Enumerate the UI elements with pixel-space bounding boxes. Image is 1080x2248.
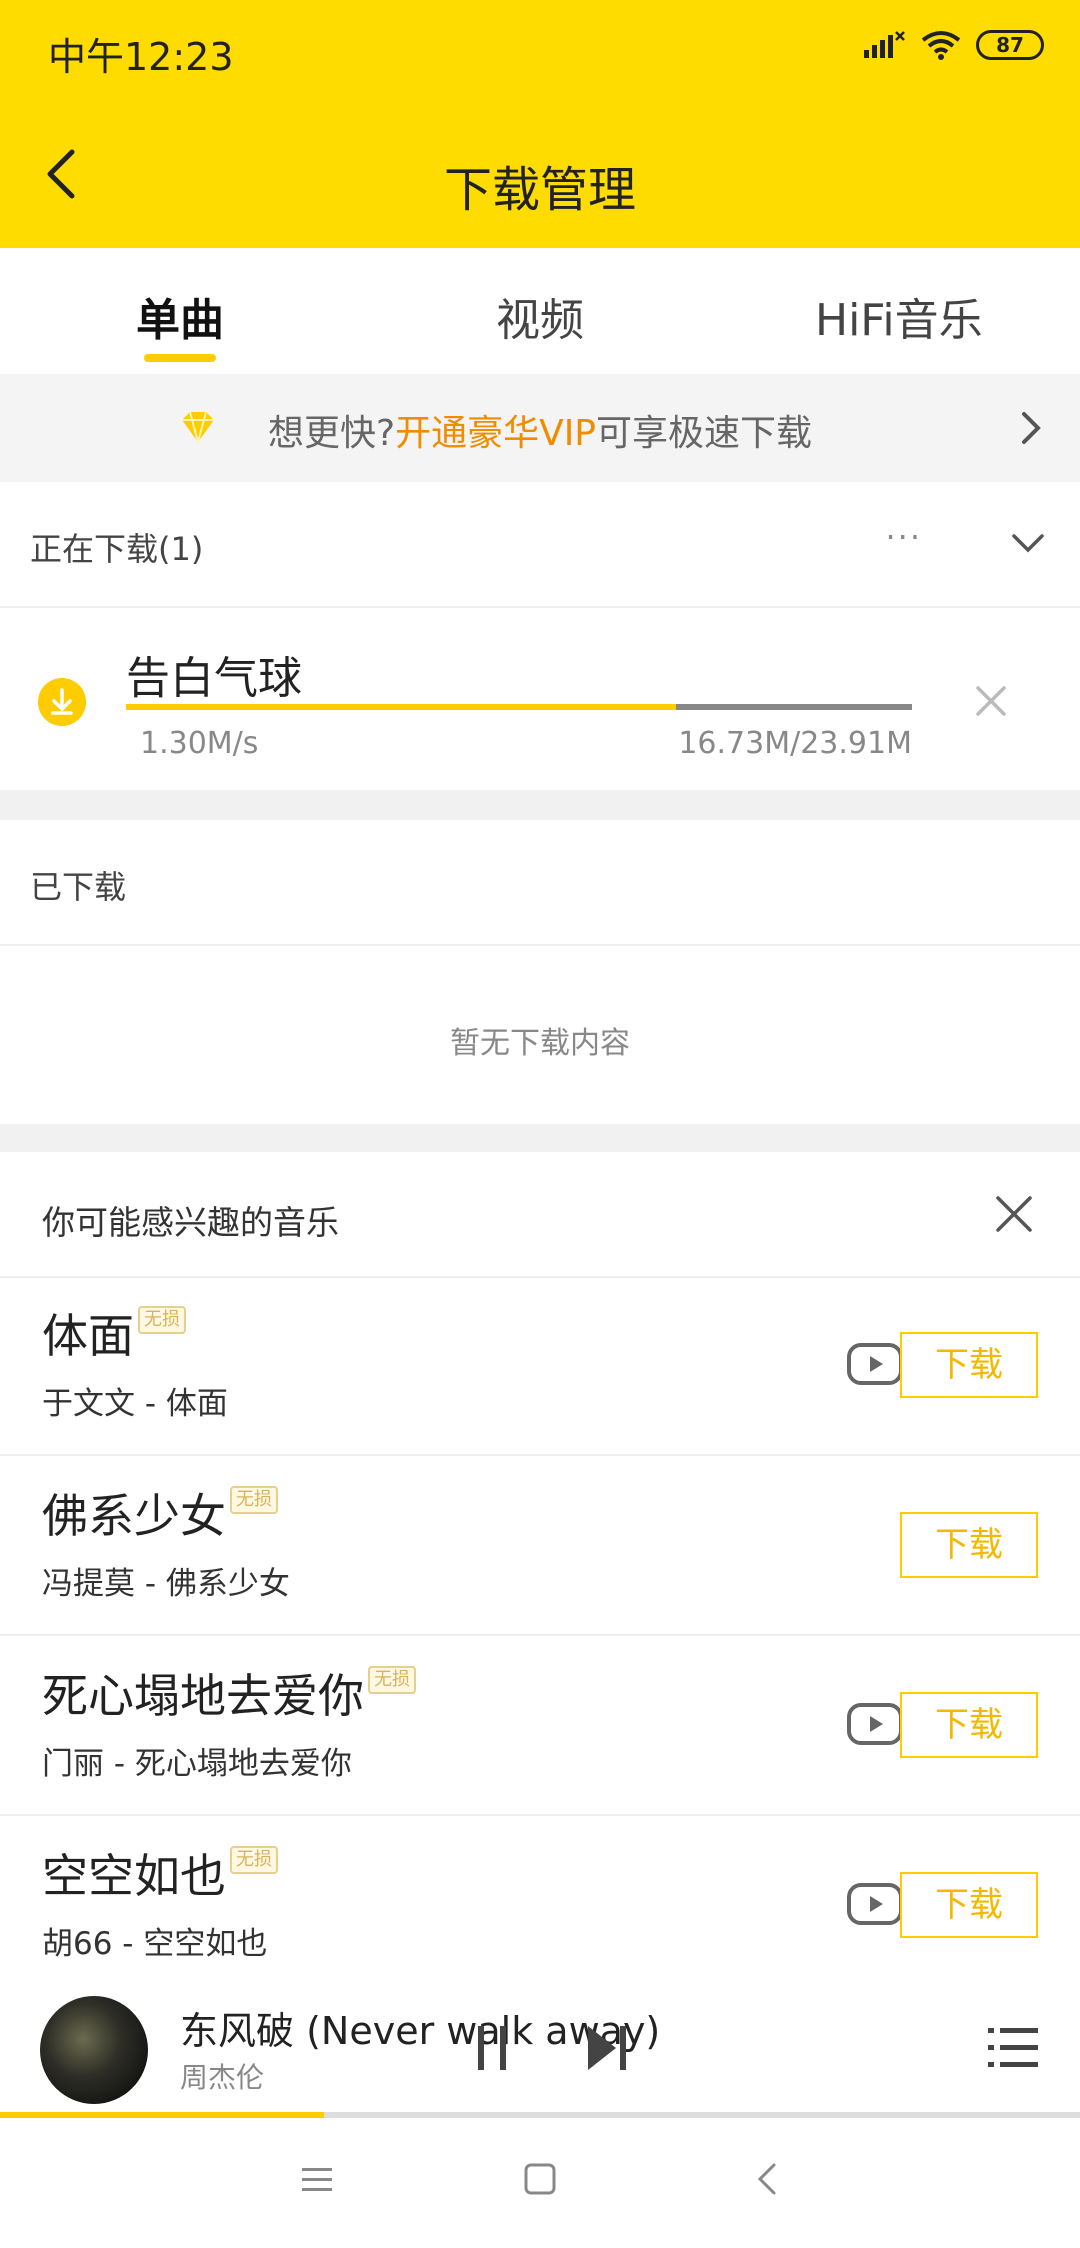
play-mv-icon[interactable] <box>846 1342 904 1386</box>
player-artist: 周杰伦 <box>180 2061 265 2094</box>
status-icons: 87 <box>862 30 1044 60</box>
download-size: 16.73M/23.91M <box>678 726 912 761</box>
play-mv-icon[interactable] <box>846 1702 904 1746</box>
back-nav-icon[interactable] <box>752 2162 786 2196</box>
song-title-wrap: 死心塌地去爱你 无损 <box>42 1660 416 1726</box>
album-cover[interactable] <box>40 1996 148 2104</box>
download-button[interactable]: 下载 <box>900 1692 1038 1758</box>
recommend-item[interactable]: 死心塌地去爱你 无损 门丽 - 死心塌地去爱你 下载 <box>0 1638 1080 1816</box>
recommend-item[interactable]: 体面 无损 于文文 - 体面 下载 <box>0 1278 1080 1456</box>
home-icon[interactable] <box>523 2162 557 2196</box>
playlist-icon[interactable] <box>986 2020 1040 2076</box>
mini-player[interactable]: 东风破 (Never walk away) 周杰伦 <box>0 1980 1080 2118</box>
downloading-title: 正在下载(1) <box>30 530 204 568</box>
recommend-header: 你可能感兴趣的音乐 <box>0 1152 1080 1278</box>
chevron-down-icon[interactable] <box>1010 526 1046 562</box>
system-nav-bar <box>0 2118 1080 2248</box>
song-artist: 门丽 - 死心塌地去爱你 <box>42 1746 352 1782</box>
download-button[interactable]: 下载 <box>900 1512 1038 1578</box>
app-bar: 下载管理 <box>0 100 1080 248</box>
tab-single[interactable]: 单曲 <box>136 284 224 348</box>
empty-state: 暂无下载内容 <box>0 948 1080 1124</box>
vip-suffix: 可享极速下载 <box>596 413 813 454</box>
close-recommend-icon[interactable] <box>992 1192 1036 1236</box>
vip-highlight: 开通豪华VIP <box>395 413 597 454</box>
song-title-wrap: 空空如也 无损 <box>42 1840 278 1906</box>
download-progress-fill <box>126 704 677 710</box>
lossless-badge: 无损 <box>138 1306 186 1334</box>
download-status-icon <box>38 678 86 726</box>
tab-hifi[interactable]: HiFi音乐 <box>815 284 983 348</box>
vip-banner[interactable]: 想更快?开通豪华VIP可享极速下载 <box>0 374 1080 482</box>
song-title-wrap: 佛系少女 无损 <box>42 1480 278 1546</box>
battery-icon: 87 <box>976 30 1044 60</box>
section-divider <box>0 790 1080 820</box>
downloading-song-title: 告白气球 <box>126 653 302 704</box>
more-options-button[interactable]: ··· <box>885 518 922 556</box>
status-bar: 中午12:23 87 <box>0 0 1080 100</box>
lossless-badge: 无损 <box>230 1846 278 1874</box>
next-track-icon[interactable] <box>582 2020 632 2076</box>
status-time: 中午12:23 <box>48 35 234 79</box>
song-title-wrap: 体面 无损 <box>42 1300 186 1366</box>
tab-indicator <box>144 354 216 362</box>
downloading-header: 正在下载(1) ··· <box>0 482 1080 608</box>
cancel-download-icon[interactable] <box>972 682 1010 720</box>
signal-icon <box>864 31 905 58</box>
play-mv-icon[interactable] <box>846 1882 904 1926</box>
song-artist: 于文文 - 体面 <box>42 1386 228 1422</box>
tab-bar: 单曲 视频 HiFi音乐 <box>0 248 1080 374</box>
wifi-icon <box>921 31 961 60</box>
download-button[interactable]: 下载 <box>900 1872 1038 1938</box>
download-progress-bar <box>126 704 912 710</box>
pause-icon[interactable] <box>470 2020 514 2076</box>
vip-banner-text: 想更快?开通豪华VIP可享极速下载 <box>0 404 1080 456</box>
download-button[interactable]: 下载 <box>900 1332 1038 1398</box>
song-artist: 冯提莫 - 佛系少女 <box>42 1566 290 1602</box>
song-title: 空空如也 <box>42 1849 226 1903</box>
song-title: 佛系少女 <box>42 1489 226 1543</box>
song-title: 体面 <box>42 1309 134 1363</box>
recommend-item[interactable]: 佛系少女 无损 冯提莫 - 佛系少女 下载 <box>0 1458 1080 1636</box>
chevron-right-icon <box>1022 412 1041 444</box>
downloading-item[interactable]: 告白气球 1.30M/s 16.73M/23.91M <box>0 612 1080 790</box>
recommend-item[interactable]: 空空如也 无损 胡66 - 空空如也 下载 <box>0 1818 1080 1996</box>
menu-icon[interactable] <box>300 2162 334 2196</box>
section-divider <box>0 1124 1080 1152</box>
page-title: 下载管理 <box>443 162 636 218</box>
tab-video[interactable]: 视频 <box>496 284 584 348</box>
lossless-badge: 无损 <box>230 1486 278 1514</box>
download-speed: 1.30M/s <box>140 726 259 761</box>
empty-state-text: 暂无下载内容 <box>450 1026 630 1061</box>
lossless-badge: 无损 <box>368 1666 416 1694</box>
song-artist: 胡66 - 空空如也 <box>42 1926 268 1962</box>
recommend-title: 你可能感兴趣的音乐 <box>42 1203 339 1242</box>
downloaded-header: 已下载 <box>0 820 1080 946</box>
downloaded-title: 已下载 <box>30 868 127 906</box>
song-title: 死心塌地去爱你 <box>42 1669 364 1723</box>
vip-prefix: 想更快? <box>267 413 396 454</box>
